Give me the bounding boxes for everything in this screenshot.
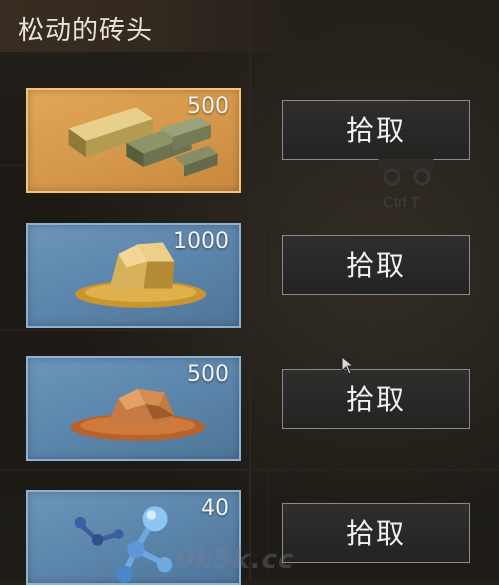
pickup-button-molecule[interactable]: 拾取	[282, 503, 470, 563]
panel-header: 松动的砖头	[0, 0, 300, 52]
shortcut-hint: Ctrl T	[383, 194, 420, 211]
item-quantity: 1000	[173, 229, 229, 254]
pickup-button-gold-bars[interactable]: 拾取	[282, 100, 470, 160]
watermark: 9k5k.cc	[176, 545, 295, 575]
pickup-button-copper-ore[interactable]: 拾取	[282, 369, 470, 429]
pickup-button-label: 拾取	[345, 114, 406, 147]
panel-title: 松动的砖头	[18, 16, 154, 46]
pickup-button-label: 拾取	[345, 383, 406, 416]
item-slot-gold-ore: 1000	[26, 223, 241, 328]
pickup-button-label: 拾取	[345, 249, 406, 282]
item-quantity: 500	[187, 362, 229, 387]
pickup-button-label: 拾取	[345, 517, 406, 550]
item-slot-gold-bars: 500	[26, 88, 241, 193]
cart-icon	[378, 159, 434, 186]
cursor-icon	[341, 356, 355, 375]
pickup-button-gold-ore[interactable]: 拾取	[282, 235, 470, 295]
item-slot-copper-ore: 500	[26, 356, 241, 461]
item-quantity: 40	[201, 496, 229, 521]
item-quantity: 500	[187, 94, 229, 119]
